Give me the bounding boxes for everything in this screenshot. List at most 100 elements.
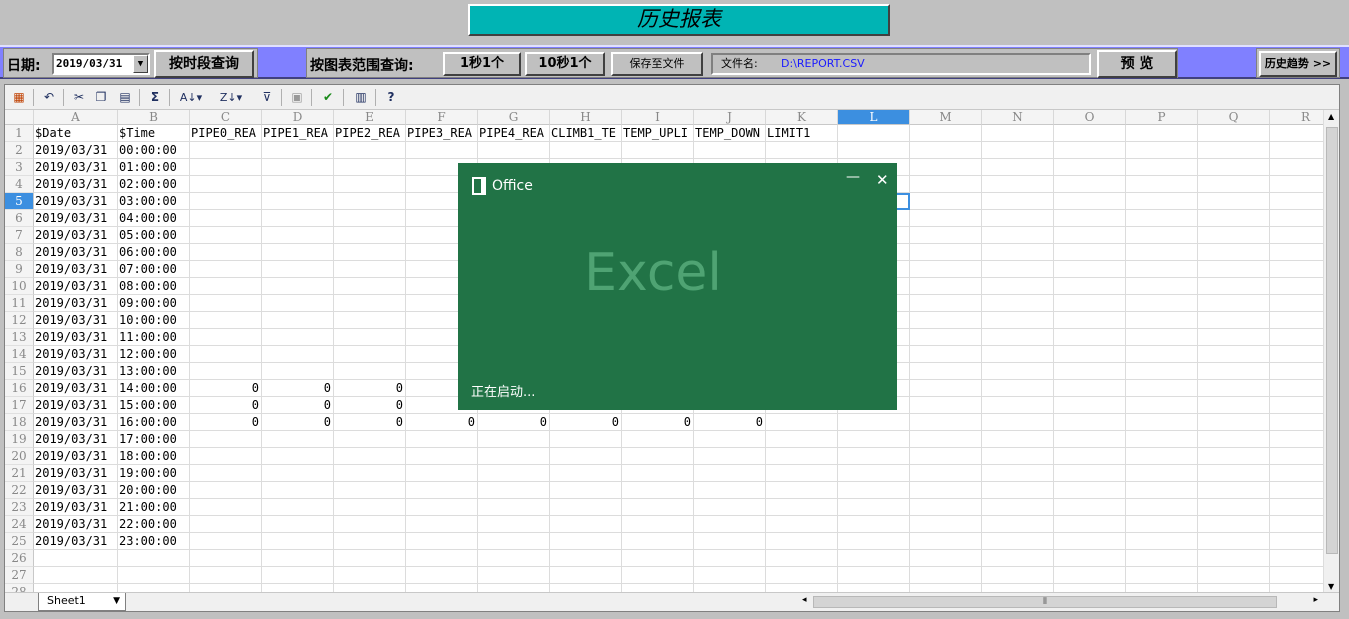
scroll-down-icon[interactable]: ▼ xyxy=(1328,582,1334,591)
close-icon[interactable]: ✕ xyxy=(876,171,889,189)
table-cell[interactable]: 0 xyxy=(334,414,406,431)
table-cell[interactable]: 19:00:00 xyxy=(119,465,191,482)
table-cell[interactable]: 2019/03/31 xyxy=(35,176,119,193)
history-trend-button[interactable]: 历史趋势 >> xyxy=(1259,51,1337,77)
row-header[interactable]: 14 xyxy=(5,346,34,363)
row-header[interactable]: 12 xyxy=(5,312,34,329)
row-header[interactable]: 5 xyxy=(5,193,34,210)
vertical-scrollbar[interactable]: ▲ ▼ xyxy=(1323,110,1339,593)
column-header[interactable]: H xyxy=(550,110,622,125)
column-header[interactable]: B xyxy=(118,110,190,125)
export-icon[interactable]: ▥ xyxy=(353,89,369,106)
column-header[interactable]: Q xyxy=(1198,110,1270,125)
horizontal-scroll-thumb[interactable]: ⦀ xyxy=(813,596,1277,608)
table-cell[interactable]: 0 xyxy=(262,380,334,397)
column-header[interactable]: K xyxy=(766,110,838,125)
table-cell[interactable]: 23:00:00 xyxy=(119,533,191,550)
column-title-cell[interactable]: CLIMB1_TE xyxy=(551,125,625,142)
table-cell[interactable]: 2019/03/31 xyxy=(35,465,119,482)
cut-icon[interactable]: ✂ xyxy=(71,89,87,106)
copy-icon[interactable]: ❐ xyxy=(93,89,109,106)
column-title-cell[interactable]: TEMP_DOWN xyxy=(695,125,769,142)
row-header[interactable]: 9 xyxy=(5,261,34,278)
column-header[interactable]: F xyxy=(406,110,478,125)
column-header[interactable]: N xyxy=(982,110,1054,125)
table-cell[interactable]: 16:00:00 xyxy=(119,414,191,431)
sort-asc-icon[interactable]: A↓▾ xyxy=(177,89,205,106)
table-cell[interactable]: 2019/03/31 xyxy=(35,142,119,159)
sum-icon[interactable]: Σ xyxy=(147,89,163,106)
row-header[interactable]: 26 xyxy=(5,550,34,567)
query-by-period-button[interactable]: 按时段查询 xyxy=(154,50,254,78)
row-header[interactable]: 7 xyxy=(5,227,34,244)
table-cell[interactable]: 2019/03/31 xyxy=(35,227,119,244)
column-title-cell[interactable]: PIPE1_REA xyxy=(263,125,337,142)
filename-field[interactable]: 文件名: D:\REPORT.CSV xyxy=(711,53,1091,75)
date-picker[interactable]: 2019/03/31 ▼ xyxy=(52,53,150,75)
table-cell[interactable]: 0 xyxy=(262,397,334,414)
column-title-cell[interactable]: $Date xyxy=(35,125,121,142)
table-cell[interactable]: 13:00:00 xyxy=(119,363,191,380)
horizontal-scrollbar[interactable]: ◂ ⦀ ▸ xyxy=(799,595,1321,609)
row-header[interactable]: 21 xyxy=(5,465,34,482)
table-cell[interactable]: 22:00:00 xyxy=(119,516,191,533)
row-header[interactable]: 22 xyxy=(5,482,34,499)
table-cell[interactable]: 04:00:00 xyxy=(119,210,191,227)
scroll-left-icon[interactable]: ◂ xyxy=(802,595,807,605)
column-header[interactable]: D xyxy=(262,110,334,125)
table-cell[interactable]: 0 xyxy=(694,414,766,431)
row-header[interactable]: 16 xyxy=(5,380,34,397)
table-cell[interactable]: 07:00:00 xyxy=(119,261,191,278)
row-header[interactable]: 25 xyxy=(5,533,34,550)
table-cell[interactable]: 2019/03/31 xyxy=(35,414,119,431)
row-header[interactable]: 8 xyxy=(5,244,34,261)
sort-desc-icon[interactable]: Z↓▾ xyxy=(217,89,245,106)
table-cell[interactable]: 10:00:00 xyxy=(119,312,191,329)
table-cell[interactable]: 2019/03/31 xyxy=(35,312,119,329)
table-cell[interactable]: 17:00:00 xyxy=(119,431,191,448)
row-header[interactable]: 4 xyxy=(5,176,34,193)
column-header[interactable]: E xyxy=(334,110,406,125)
table-cell[interactable]: 05:00:00 xyxy=(119,227,191,244)
table-cell[interactable]: 0 xyxy=(406,414,478,431)
format-icon[interactable]: ✔ xyxy=(319,89,337,106)
table-cell[interactable]: 2019/03/31 xyxy=(35,295,119,312)
column-header[interactable]: L xyxy=(838,110,910,125)
column-header[interactable]: C xyxy=(190,110,262,125)
row-header[interactable]: 1 xyxy=(5,125,34,142)
table-cell[interactable]: 2019/03/31 xyxy=(35,431,119,448)
column-header[interactable]: O xyxy=(1054,110,1126,125)
table-cell[interactable]: 03:00:00 xyxy=(119,193,191,210)
table-cell[interactable]: 2019/03/31 xyxy=(35,329,119,346)
undo-icon[interactable]: ↶ xyxy=(41,89,57,106)
column-title-cell[interactable]: $Time xyxy=(119,125,193,142)
column-title-cell[interactable]: PIPE4_REA xyxy=(479,125,553,142)
table-cell[interactable]: 00:00:00 xyxy=(119,142,191,159)
table-cell[interactable]: 0 xyxy=(190,414,262,431)
table-cell[interactable]: 18:00:00 xyxy=(119,448,191,465)
column-header[interactable]: J xyxy=(694,110,766,125)
table-cell[interactable]: 2019/03/31 xyxy=(35,482,119,499)
table-cell[interactable]: 20:00:00 xyxy=(119,482,191,499)
table-cell[interactable]: 2019/03/31 xyxy=(35,159,119,176)
table-cell[interactable]: 0 xyxy=(190,380,262,397)
save-to-file-button[interactable]: 保存至文件 xyxy=(611,52,703,76)
row-header[interactable]: 13 xyxy=(5,329,34,346)
row-header[interactable]: 6 xyxy=(5,210,34,227)
tab-sheet1[interactable]: Sheet1 ▼ xyxy=(38,593,126,611)
table-cell[interactable]: 09:00:00 xyxy=(119,295,191,312)
column-header[interactable]: I xyxy=(622,110,694,125)
column-title-cell[interactable]: LIMIT1 xyxy=(767,125,841,142)
table-cell[interactable]: 2019/03/31 xyxy=(35,346,119,363)
minimize-icon[interactable]: — xyxy=(846,169,860,185)
table-cell[interactable]: 01:00:00 xyxy=(119,159,191,176)
table-cell[interactable]: 12:00:00 xyxy=(119,346,191,363)
app-icon[interactable]: ▦ xyxy=(11,89,27,106)
row-header[interactable]: 23 xyxy=(5,499,34,516)
column-title-cell[interactable]: PIPE0_REA xyxy=(191,125,265,142)
table-cell[interactable]: 2019/03/31 xyxy=(35,516,119,533)
row-header[interactable]: 3 xyxy=(5,159,34,176)
row-header[interactable]: 20 xyxy=(5,448,34,465)
table-cell[interactable]: 08:00:00 xyxy=(119,278,191,295)
table-cell[interactable]: 2019/03/31 xyxy=(35,533,119,550)
